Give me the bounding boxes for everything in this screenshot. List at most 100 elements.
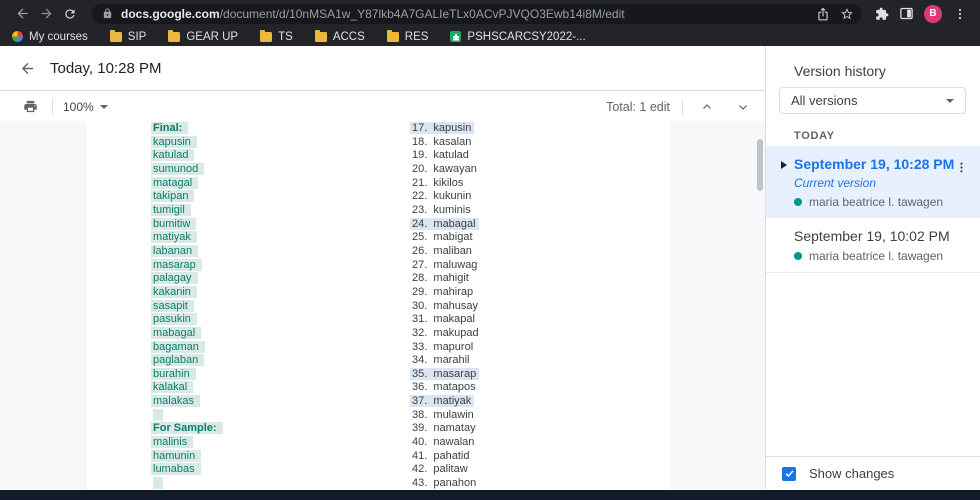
browser-back-button[interactable] <box>10 2 34 26</box>
doc-line: matiyak <box>151 231 223 245</box>
version-history-header: Today, 10:28 PM <box>0 46 765 91</box>
version-author: maria beatrice l. tawagen <box>794 249 966 263</box>
list-item-text: 23. kuminis <box>412 203 471 216</box>
bookmark-item[interactable]: SIP <box>109 29 146 43</box>
changed-list-item: 37. matiyak <box>410 395 475 408</box>
bookmark-item[interactable]: My courses <box>12 31 88 43</box>
versions-filter-value: All versions <box>791 93 858 108</box>
doc-line: bagaman <box>151 340 223 355</box>
changed-list-item: 17. kapusin <box>410 122 475 134</box>
doc-line: malakas <box>151 395 223 409</box>
doc-line: sumunod <box>151 162 223 177</box>
author-name: maria beatrice l. tawagen <box>809 249 944 263</box>
chevron-down-icon <box>946 98 954 103</box>
expand-triangle-icon[interactable] <box>781 161 787 169</box>
bookmark-item[interactable]: GEAR UP <box>168 29 238 43</box>
folder-icon <box>314 29 327 42</box>
doc-numbered-line: 26. maliban <box>412 245 479 259</box>
show-changes-checkbox[interactable] <box>782 466 796 481</box>
document-numbered-list: 17. kapusin 18. kasalan 19. katulad 20. kaw… <box>410 122 480 490</box>
added-word: katulad <box>151 149 195 162</box>
list-item-text: 18. kasalan <box>412 135 472 148</box>
zoom-control[interactable]: 100% <box>63 100 108 114</box>
added-empty-line-highlight <box>153 477 163 490</box>
puzzle-icon <box>876 7 889 20</box>
url-bar[interactable]: docs.google.com /document/d/10nMSA1w_Y87… <box>92 3 862 24</box>
doc-line: katulad <box>151 149 223 163</box>
added-word: sasapit <box>151 299 194 312</box>
added-word: kapusin <box>151 135 197 148</box>
list-item-text: 41. pahatid <box>412 449 470 462</box>
sidebar-title: Version history <box>794 63 886 79</box>
list-item-text: 19. katulad <box>412 149 469 162</box>
close-version-history-button[interactable] <box>14 55 40 81</box>
version-entry[interactable]: September 19, 10:28 PM Current version mar… <box>766 146 980 218</box>
list-item-text: 33. mapurol <box>412 340 474 353</box>
author-name: maria beatrice l. tawagen <box>809 195 944 209</box>
version-list-divider <box>766 272 980 273</box>
doc-line <box>153 477 223 490</box>
doc-numbered-line: 40. nawalan <box>412 436 479 450</box>
extensions-button[interactable] <box>870 2 894 26</box>
document-page: Final: kapusin katulad sumunod matagal takipa… <box>87 121 670 490</box>
list-item-text: 36. matapos <box>412 381 476 394</box>
version-author: maria beatrice l. tawagen <box>794 195 966 209</box>
doc-numbered-line: 42. palitaw <box>412 463 479 477</box>
doc-line: burahin <box>151 367 223 382</box>
doc-numbered-line: 32. makupad <box>412 327 479 341</box>
doc-line: takipan <box>151 190 223 204</box>
list-item-text: 26. maliban <box>412 244 472 257</box>
changed-list-item: 24. mabagal <box>410 217 479 230</box>
list-item-text: 25. mabigat <box>412 231 473 244</box>
screen: docs.google.com /document/d/10nMSA1w_Y87… <box>0 0 980 500</box>
doc-numbered-line: 37. matiyak <box>410 395 479 409</box>
bookmark-item[interactable]: ACCS <box>314 29 365 43</box>
doc-line: kalakal <box>151 381 223 395</box>
added-word: paglaban <box>151 354 205 367</box>
document-left-column: Final: kapusin katulad sumunod matagal takipa… <box>151 122 223 490</box>
bookmark-label: ACCS <box>332 30 365 43</box>
profile-avatar[interactable]: B <box>924 4 942 23</box>
side-panel-button[interactable] <box>894 2 918 26</box>
added-word: palagay <box>151 272 198 285</box>
added-word: For Sample: <box>151 422 223 435</box>
list-item-text: 20. kawayan <box>412 162 477 175</box>
folder-icon <box>109 29 122 42</box>
list-item-text: 32. makupad <box>412 326 479 339</box>
doc-numbered-line: 35. masarap <box>410 367 480 382</box>
added-word: bagaman <box>151 340 205 353</box>
version-menu-button[interactable] <box>950 156 972 178</box>
doc-line: masarap <box>151 258 223 273</box>
share-button[interactable] <box>816 7 830 21</box>
bookmark-item[interactable]: TS <box>260 29 293 43</box>
doc-numbered-line: 43. panahon <box>412 477 479 490</box>
reload-icon <box>65 8 75 19</box>
doc-line: For Sample: <box>151 422 223 436</box>
total-edits-label: Total: 1 edit <box>606 99 670 114</box>
browser-reload-button[interactable] <box>58 2 82 26</box>
previous-edit-button[interactable] <box>695 95 719 119</box>
sheets-icon <box>450 31 462 42</box>
version-entry[interactable]: September 19, 10:02 PM maria beatrice l. … <box>766 218 980 272</box>
pinwheel-icon <box>12 31 23 42</box>
browser-forward-button[interactable] <box>34 2 58 26</box>
print-button[interactable] <box>18 95 42 119</box>
list-item-text: 27. maluwag <box>412 258 478 271</box>
added-word: sumunod <box>151 162 205 175</box>
list-item-text: 22. kukunin <box>412 190 472 203</box>
browser-menu-button[interactable] <box>948 2 972 26</box>
doc-numbered-line: 29. mahirap <box>412 286 479 300</box>
bookmark-star-button[interactable] <box>840 7 854 21</box>
document-scrollbar[interactable] <box>757 139 763 191</box>
bookmark-item[interactable]: PSHSCARCSY2022-... <box>450 31 586 43</box>
doc-line: pasukin <box>151 313 223 327</box>
version-history-sidebar: Version history All versions TODAY Septe… <box>765 46 980 490</box>
kebab-menu-icon <box>958 8 962 19</box>
toolbar-separator <box>682 98 683 115</box>
doc-line: bumitiw <box>151 217 223 232</box>
next-edit-button[interactable] <box>731 95 755 119</box>
forward-arrow-icon <box>41 8 51 19</box>
bookmark-item[interactable]: RES <box>386 29 428 43</box>
versions-filter-dropdown[interactable]: All versions <box>779 87 966 114</box>
bookmark-label: My courses <box>29 30 88 43</box>
